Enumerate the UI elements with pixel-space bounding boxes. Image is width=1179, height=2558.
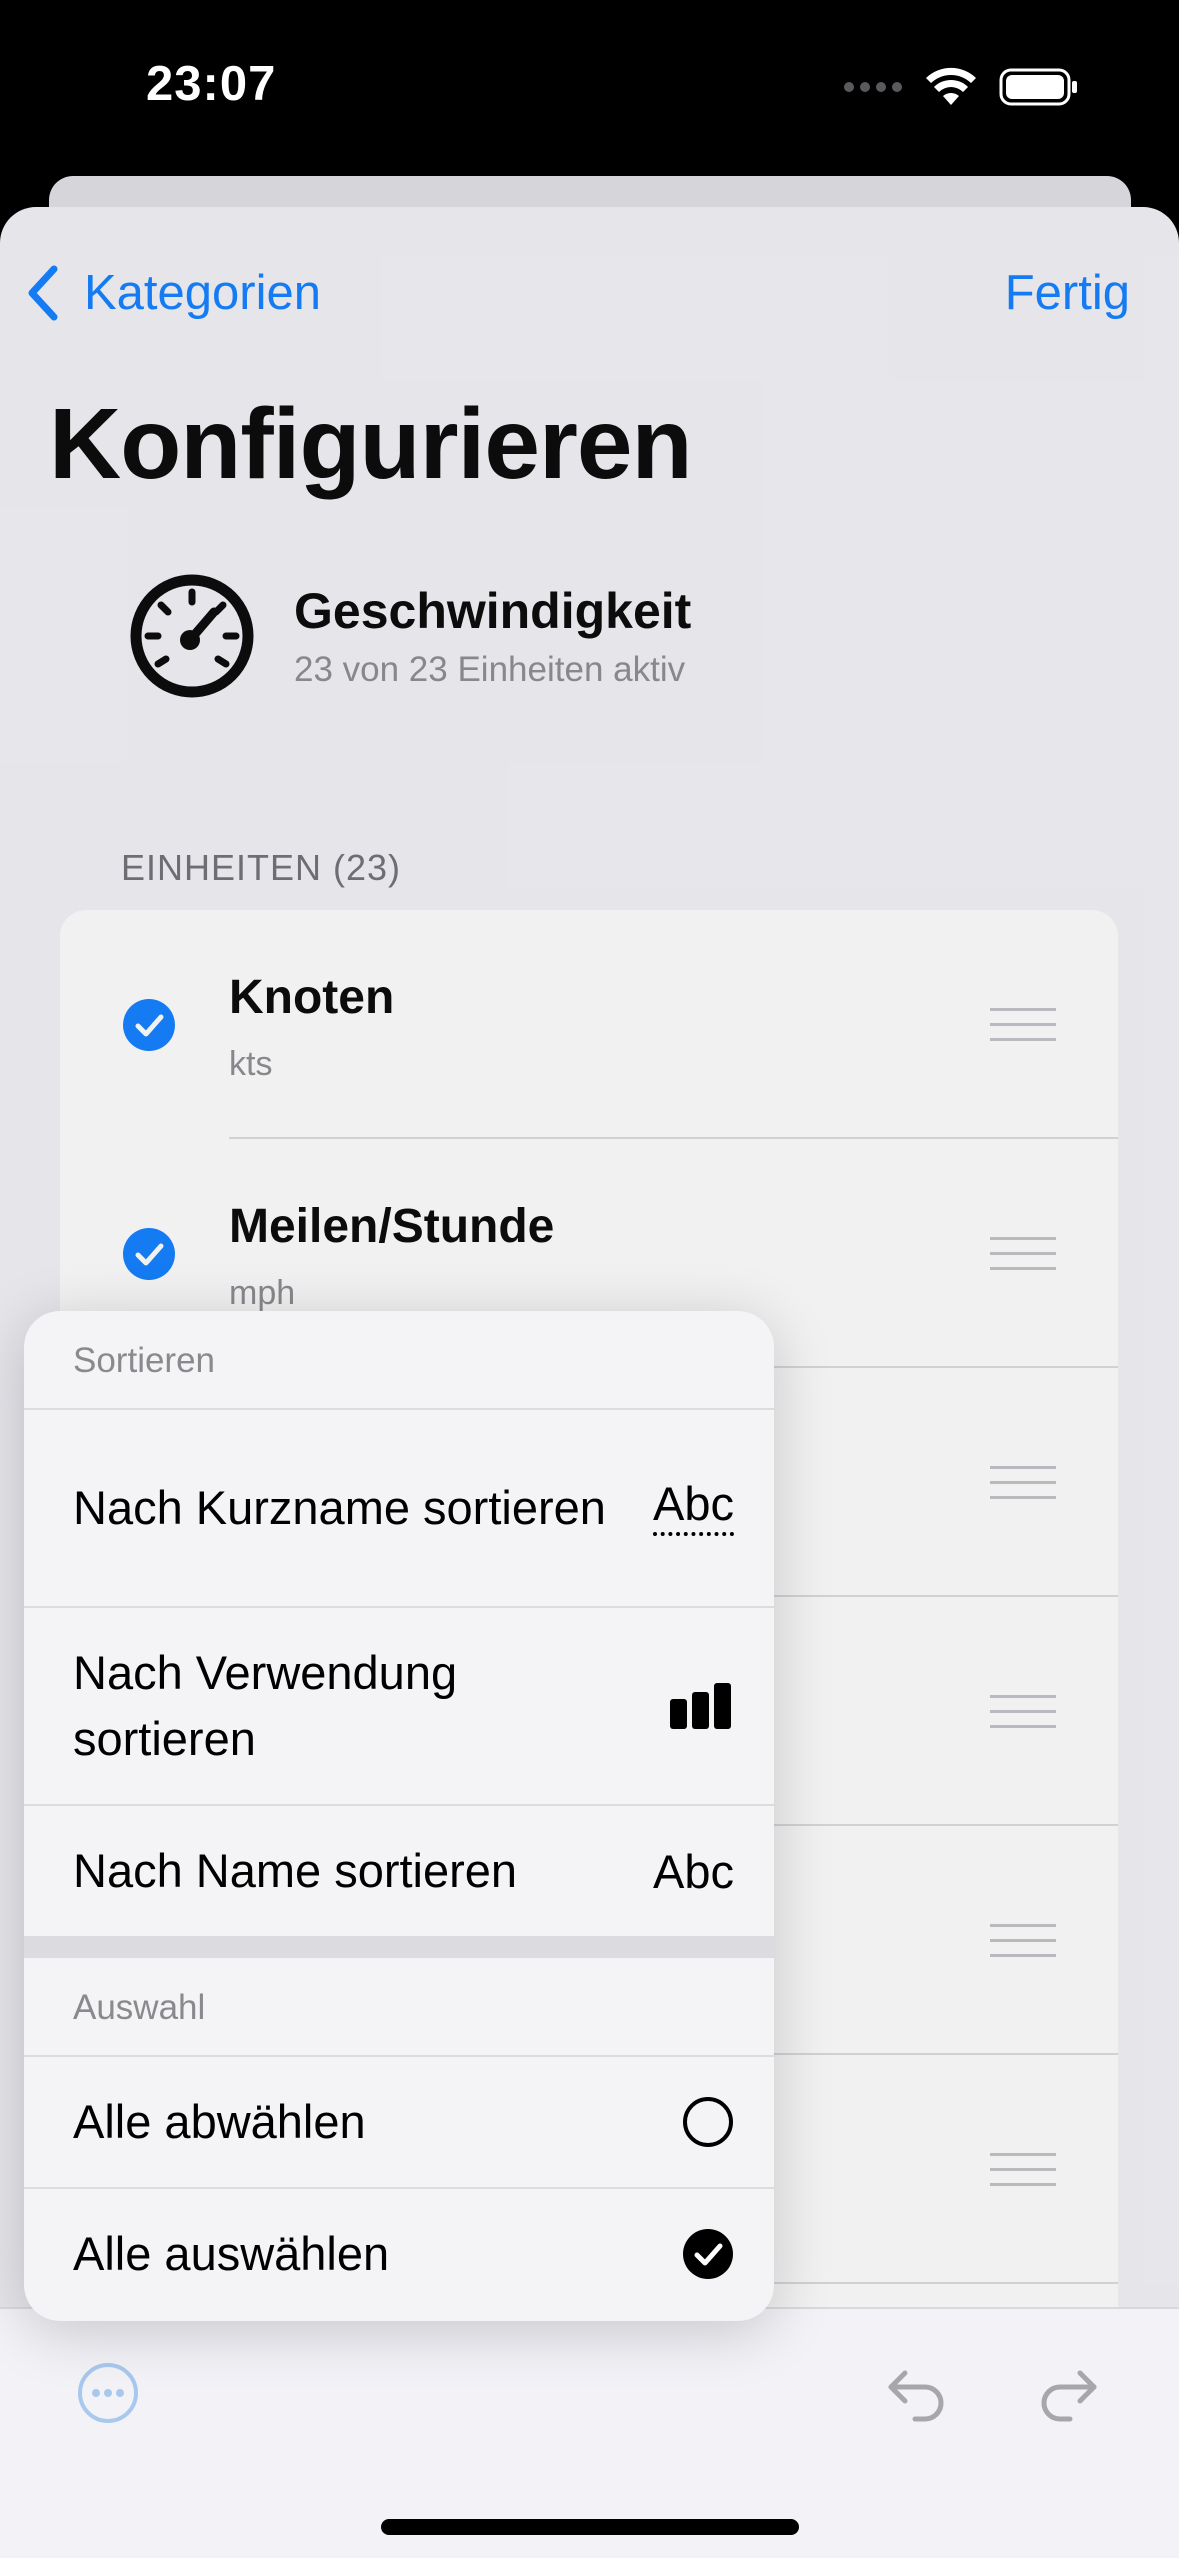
status-time: 23:07 [146,57,277,111]
home-indicator [381,2519,799,2535]
menu-item-label: Nach Verwendung sortieren [73,1646,458,1765]
menu-item-label: Alle abwählen [73,2095,366,2148]
menu-item-sort-by-name[interactable]: Nach Name sortieren Abc [24,1806,774,1936]
menu-section-header-selection: Auswahl [24,1958,774,2057]
menu-item-select-all[interactable]: Alle auswählen [24,2189,774,2319]
wifi-icon [926,67,976,105]
ellipsis-circle-icon[interactable] [76,2361,140,2425]
undo-icon[interactable] [885,2365,949,2425]
battery-icon [999,68,1077,106]
status-icons [843,62,1079,112]
abc-icon: Abc [653,1844,734,1898]
menu-item-label: Nach Kurzname sortieren [73,1481,606,1534]
menu-item-deselect-all[interactable]: Alle abwählen [24,2057,774,2189]
abc-dotted-icon: Abc [653,1480,734,1536]
menu-item-label: Nach Name sortieren [73,1844,518,1897]
sort-context-menu: Sortieren Nach Kurzname sortieren Abc Na… [24,1311,774,2321]
empty-circle-icon [683,2097,733,2147]
signal-icon [844,82,902,92]
checkmark-circle-icon [683,2229,733,2279]
bar-chart-icon [670,1683,731,1729]
menu-item-sort-by-shortname[interactable]: Nach Kurzname sortieren Abc [24,1410,774,1608]
menu-item-label: Alle auswählen [73,2227,390,2280]
bottom-toolbar [0,2307,1179,2558]
status-bar: 23:07 [0,0,1179,175]
redo-icon[interactable] [1036,2365,1100,2425]
menu-section-header-sort: Sortieren [24,1311,774,1410]
menu-section-separator [24,1936,774,1958]
menu-item-sort-by-usage[interactable]: Nach Verwendung sortieren [24,1608,774,1806]
